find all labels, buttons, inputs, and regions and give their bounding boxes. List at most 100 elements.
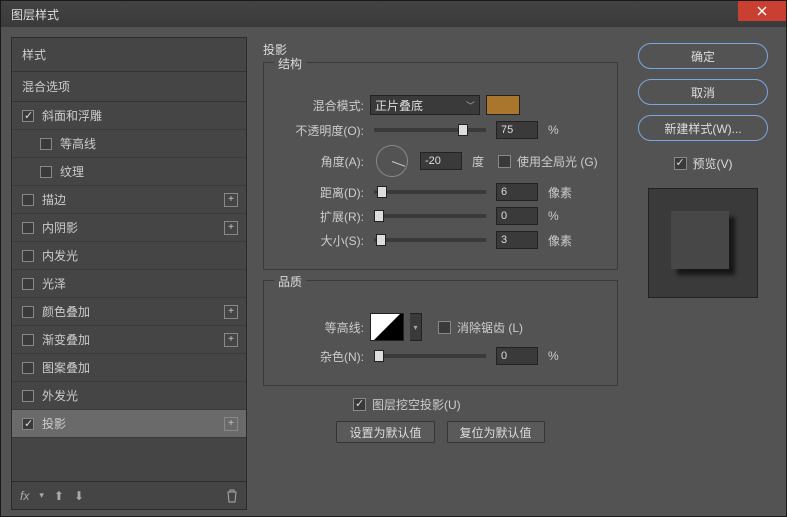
sidebar-items: 斜面和浮雕等高线纹理描边+内阴影+内发光光泽颜色叠加+渐变叠加+图案叠加外发光投… <box>12 102 246 481</box>
size-label: 大小(S): <box>278 232 364 249</box>
sidebar-item-checkbox[interactable] <box>22 110 34 122</box>
sidebar-item-checkbox[interactable] <box>22 222 34 234</box>
settings-panel: 投影 结构 混合模式: 正片叠底 ﹀ 不透明度(O): 75 % <box>255 37 622 510</box>
sidebar-item-checkbox[interactable] <box>40 138 52 150</box>
size-slider[interactable] <box>374 238 486 242</box>
contour-picker[interactable] <box>370 313 404 341</box>
sidebar-item-checkbox[interactable] <box>22 334 34 346</box>
sidebar-item-checkbox[interactable] <box>22 278 34 290</box>
spread-row: 扩展(R): 0 % <box>278 207 603 225</box>
sidebar-item-checkbox[interactable] <box>40 166 52 178</box>
spread-label: 扩展(R): <box>278 208 364 225</box>
sidebar-item-10[interactable]: 外发光 <box>12 382 246 410</box>
sidebar-item-label: 光泽 <box>42 275 66 292</box>
knockout-label: 图层挖空投影(U) <box>372 396 461 413</box>
contour-chevron-icon[interactable]: ▾ <box>410 313 422 341</box>
angle-row: 角度(A): -20 度 使用全局光 (G) <box>278 145 603 177</box>
global-light-checkbox[interactable] <box>498 155 511 168</box>
add-effect-icon[interactable]: + <box>224 193 238 207</box>
size-input[interactable]: 3 <box>496 231 538 249</box>
angle-unit: 度 <box>472 153 484 170</box>
distance-slider[interactable] <box>374 190 486 194</box>
sidebar-item-11[interactable]: 投影 + <box>12 410 246 438</box>
sidebar-item-checkbox[interactable] <box>22 390 34 402</box>
sidebar-item-label: 图案叠加 <box>42 359 90 376</box>
sidebar-item-checkbox[interactable] <box>22 250 34 262</box>
blend-mode-label: 混合模式: <box>278 97 364 114</box>
sidebar-item-label: 描边 <box>42 191 66 208</box>
preview-checkbox[interactable] <box>674 157 687 170</box>
sidebar-item-checkbox[interactable] <box>22 194 34 206</box>
fx-icon[interactable]: fx <box>20 489 29 503</box>
sidebar-item-2[interactable]: 纹理 <box>12 158 246 186</box>
reset-default-button[interactable]: 复位为默认值 <box>447 421 545 443</box>
opacity-input[interactable]: 75 <box>496 121 538 139</box>
sidebar-item-checkbox[interactable] <box>22 306 34 318</box>
contour-row: 等高线: ▾ 消除锯齿 (L) <box>278 313 603 341</box>
add-effect-icon[interactable]: + <box>224 333 238 347</box>
opacity-unit: % <box>548 123 559 137</box>
set-default-button[interactable]: 设置为默认值 <box>336 421 434 443</box>
sidebar-item-8[interactable]: 渐变叠加+ <box>12 326 246 354</box>
sidebar-header[interactable]: 样式 <box>12 38 246 72</box>
distance-unit: 像素 <box>548 184 572 201</box>
opacity-slider[interactable] <box>374 128 486 132</box>
sidebar-item-0[interactable]: 斜面和浮雕 <box>12 102 246 130</box>
distance-input[interactable]: 6 <box>496 183 538 201</box>
sidebar-item-label: 投影 <box>42 415 66 432</box>
new-style-button[interactable]: 新建样式(W)... <box>638 115 768 141</box>
sidebar-item-5[interactable]: 内发光 <box>12 242 246 270</box>
spread-slider[interactable] <box>374 214 486 218</box>
move-up-icon[interactable]: ⬆ <box>54 489 64 503</box>
move-down-icon[interactable]: ⬇ <box>74 489 84 503</box>
window-title: 图层样式 <box>11 6 59 23</box>
shadow-color-swatch[interactable] <box>486 95 520 115</box>
angle-label: 角度(A): <box>278 153 364 170</box>
add-effect-icon[interactable]: + <box>224 417 238 431</box>
distance-row: 距离(D): 6 像素 <box>278 183 603 201</box>
chevron-down-icon: ﹀ <box>466 99 475 112</box>
ok-button[interactable]: 确定 <box>638 43 768 69</box>
sidebar-item-4[interactable]: 内阴影 + <box>12 214 246 242</box>
sidebar-item-3[interactable]: 描边 + <box>12 186 246 214</box>
angle-input[interactable]: -20 <box>420 152 462 170</box>
right-panel: 确定 取消 新建样式(W)... 预览(V) <box>630 37 776 510</box>
trash-icon[interactable] <box>226 489 238 503</box>
noise-unit: % <box>548 349 559 363</box>
sidebar-item-9[interactable]: 图案叠加 <box>12 354 246 382</box>
noise-slider[interactable] <box>374 354 486 358</box>
quality-fieldset: 品质 等高线: ▾ 消除锯齿 (L) 杂色(N): 0 % <box>263 280 618 386</box>
noise-row: 杂色(N): 0 % <box>278 347 603 365</box>
antialias-checkbox[interactable] <box>438 321 451 334</box>
antialias-label: 消除锯齿 (L) <box>457 319 523 336</box>
blend-mode-select[interactable]: 正片叠底 ﹀ <box>370 95 480 115</box>
opacity-row: 不透明度(O): 75 % <box>278 121 603 139</box>
knockout-checkbox[interactable] <box>353 398 366 411</box>
noise-input[interactable]: 0 <box>496 347 538 365</box>
sidebar-item-6[interactable]: 光泽 <box>12 270 246 298</box>
sidebar-item-7[interactable]: 颜色叠加 + <box>12 298 246 326</box>
sidebar-item-label: 颜色叠加 <box>42 303 90 320</box>
spread-unit: % <box>548 209 559 223</box>
close-icon <box>757 6 767 16</box>
panel-title: 投影 <box>263 41 618 58</box>
cancel-button[interactable]: 取消 <box>638 79 768 105</box>
add-effect-icon[interactable]: + <box>224 221 238 235</box>
sidebar-blend-options[interactable]: 混合选项 <box>12 72 246 102</box>
titlebar[interactable]: 图层样式 <box>1 1 786 27</box>
sidebar-item-label: 内阴影 <box>42 219 78 236</box>
sidebar-item-checkbox[interactable] <box>22 362 34 374</box>
sidebar-item-checkbox[interactable] <box>22 418 34 430</box>
fx-chevron-icon[interactable]: ▾ <box>39 490 44 501</box>
add-effect-icon[interactable]: + <box>224 305 238 319</box>
angle-dial[interactable] <box>376 145 408 177</box>
layer-style-dialog: 图层样式 样式 混合选项 斜面和浮雕等高线纹理描边 + 内阴影 + 内发光光泽颜色叠加 +… <box>0 0 787 517</box>
size-unit: 像素 <box>548 232 572 249</box>
spread-input[interactable]: 0 <box>496 207 538 225</box>
sidebar-item-label: 外发光 <box>42 387 78 404</box>
sidebar-item-1[interactable]: 等高线 <box>12 130 246 158</box>
global-light-label: 使用全局光 (G) <box>517 153 598 170</box>
close-button[interactable] <box>738 1 786 21</box>
contour-label: 等高线: <box>278 319 364 336</box>
quality-legend: 品质 <box>274 273 306 290</box>
